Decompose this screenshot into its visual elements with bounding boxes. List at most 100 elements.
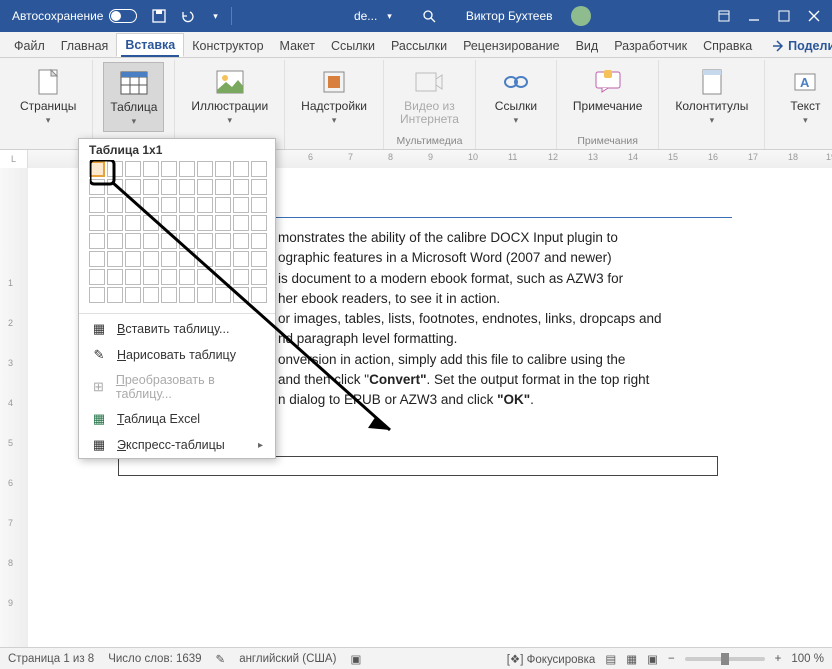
grid-cell[interactable]	[233, 215, 249, 231]
grid-cell[interactable]	[89, 269, 105, 285]
grid-cell[interactable]	[197, 269, 213, 285]
excel-table-item[interactable]: ▦ Таблица Excel	[79, 406, 275, 432]
view-web-icon[interactable]: ▣	[647, 652, 658, 666]
grid-cell[interactable]	[107, 251, 123, 267]
autosave-toggle[interactable]: Автосохранение	[4, 9, 145, 23]
draw-table-item[interactable]: ✎ Нарисовать таблицу	[79, 342, 275, 368]
grid-cell[interactable]	[143, 251, 159, 267]
grid-cell[interactable]	[125, 215, 141, 231]
grid-cell[interactable]	[233, 179, 249, 195]
grid-cell[interactable]	[179, 251, 195, 267]
grid-cell[interactable]	[179, 197, 195, 213]
tab-mailings[interactable]: Рассылки	[383, 35, 455, 57]
illustrations-button[interactable]: Иллюстрации▾	[185, 62, 274, 130]
grid-cell[interactable]	[179, 215, 195, 231]
accessibility-icon[interactable]: ▣	[350, 652, 361, 666]
zoom-level[interactable]: 100 %	[791, 653, 824, 665]
grid-cell[interactable]	[161, 161, 177, 177]
minimize-icon[interactable]	[740, 2, 768, 30]
grid-cell[interactable]	[179, 287, 195, 303]
grid-cell[interactable]	[215, 161, 231, 177]
undo-icon[interactable]	[173, 2, 201, 30]
grid-cell[interactable]	[251, 197, 267, 213]
grid-cell[interactable]	[125, 179, 141, 195]
grid-cell[interactable]	[215, 179, 231, 195]
inserted-table-preview[interactable]	[118, 456, 718, 476]
grid-cell[interactable]	[125, 287, 141, 303]
grid-cell[interactable]	[89, 179, 105, 195]
grid-cell[interactable]	[125, 233, 141, 249]
grid-cell[interactable]	[107, 179, 123, 195]
tab-developer[interactable]: Разработчик	[606, 35, 695, 57]
grid-cell[interactable]	[161, 197, 177, 213]
grid-cell[interactable]	[125, 251, 141, 267]
grid-cell[interactable]	[215, 251, 231, 267]
grid-cell[interactable]	[215, 197, 231, 213]
quick-tables-item[interactable]: ▦ Экспресс-таблицы ▸	[79, 432, 275, 458]
grid-cell[interactable]	[179, 269, 195, 285]
share-button[interactable]: Поделиться	[760, 35, 832, 57]
grid-cell[interactable]	[251, 269, 267, 285]
grid-cell[interactable]	[143, 179, 159, 195]
grid-cell[interactable]	[215, 287, 231, 303]
tab-review[interactable]: Рецензирование	[455, 35, 568, 57]
grid-cell[interactable]	[89, 233, 105, 249]
grid-cell[interactable]	[107, 269, 123, 285]
grid-cell[interactable]	[161, 251, 177, 267]
grid-cell[interactable]	[233, 287, 249, 303]
grid-cell[interactable]	[197, 251, 213, 267]
grid-cell[interactable]	[215, 269, 231, 285]
tab-help[interactable]: Справка	[695, 35, 760, 57]
grid-cell[interactable]	[197, 179, 213, 195]
grid-cell[interactable]	[107, 287, 123, 303]
view-read-icon[interactable]: ▤	[605, 652, 616, 666]
links-button[interactable]: Ссылки▾	[486, 62, 546, 130]
grid-cell[interactable]	[251, 215, 267, 231]
pages-button[interactable]: Страницы▾	[14, 62, 82, 130]
maximize-icon[interactable]	[770, 2, 798, 30]
grid-cell[interactable]	[107, 215, 123, 231]
grid-cell[interactable]	[89, 161, 105, 177]
grid-cell[interactable]	[161, 179, 177, 195]
grid-cell[interactable]	[143, 215, 159, 231]
grid-cell[interactable]	[89, 215, 105, 231]
grid-cell[interactable]	[197, 233, 213, 249]
language-status[interactable]: английский (США)	[239, 653, 336, 665]
zoom-in-icon[interactable]: +	[775, 653, 782, 665]
grid-cell[interactable]	[161, 287, 177, 303]
grid-cell[interactable]	[233, 233, 249, 249]
grid-cell[interactable]	[197, 161, 213, 177]
grid-cell[interactable]	[89, 251, 105, 267]
grid-cell[interactable]	[161, 215, 177, 231]
word-count[interactable]: Число слов: 1639	[108, 653, 201, 665]
zoom-out-icon[interactable]: −	[668, 653, 675, 665]
grid-cell[interactable]	[251, 287, 267, 303]
redo-chevron-icon[interactable]: ▾	[201, 2, 229, 30]
search-icon[interactable]	[422, 9, 436, 23]
tab-file[interactable]: Файл	[6, 35, 53, 57]
grid-cell[interactable]	[233, 197, 249, 213]
grid-cell[interactable]	[179, 233, 195, 249]
close-icon[interactable]	[800, 2, 828, 30]
grid-cell[interactable]	[125, 269, 141, 285]
headerfooter-button[interactable]: Колонтитулы▾	[669, 62, 754, 130]
tab-insert[interactable]: Вставка	[116, 33, 184, 57]
grid-cell[interactable]	[143, 197, 159, 213]
grid-cell[interactable]	[107, 197, 123, 213]
grid-cell[interactable]	[161, 233, 177, 249]
grid-cell[interactable]	[233, 161, 249, 177]
insert-table-item[interactable]: ▦ Вставить таблицу...	[79, 316, 275, 342]
avatar[interactable]	[571, 6, 591, 26]
text-button[interactable]: A Текст▾	[775, 62, 832, 130]
tab-design[interactable]: Конструктор	[184, 35, 271, 57]
grid-cell[interactable]	[233, 251, 249, 267]
grid-cell[interactable]	[143, 287, 159, 303]
zoom-slider[interactable]	[685, 657, 765, 661]
save-icon[interactable]	[145, 2, 173, 30]
grid-cell[interactable]	[143, 161, 159, 177]
grid-cell[interactable]	[125, 197, 141, 213]
grid-cell[interactable]	[107, 161, 123, 177]
grid-cell[interactable]	[143, 269, 159, 285]
grid-cell[interactable]	[143, 233, 159, 249]
grid-cell[interactable]	[251, 179, 267, 195]
